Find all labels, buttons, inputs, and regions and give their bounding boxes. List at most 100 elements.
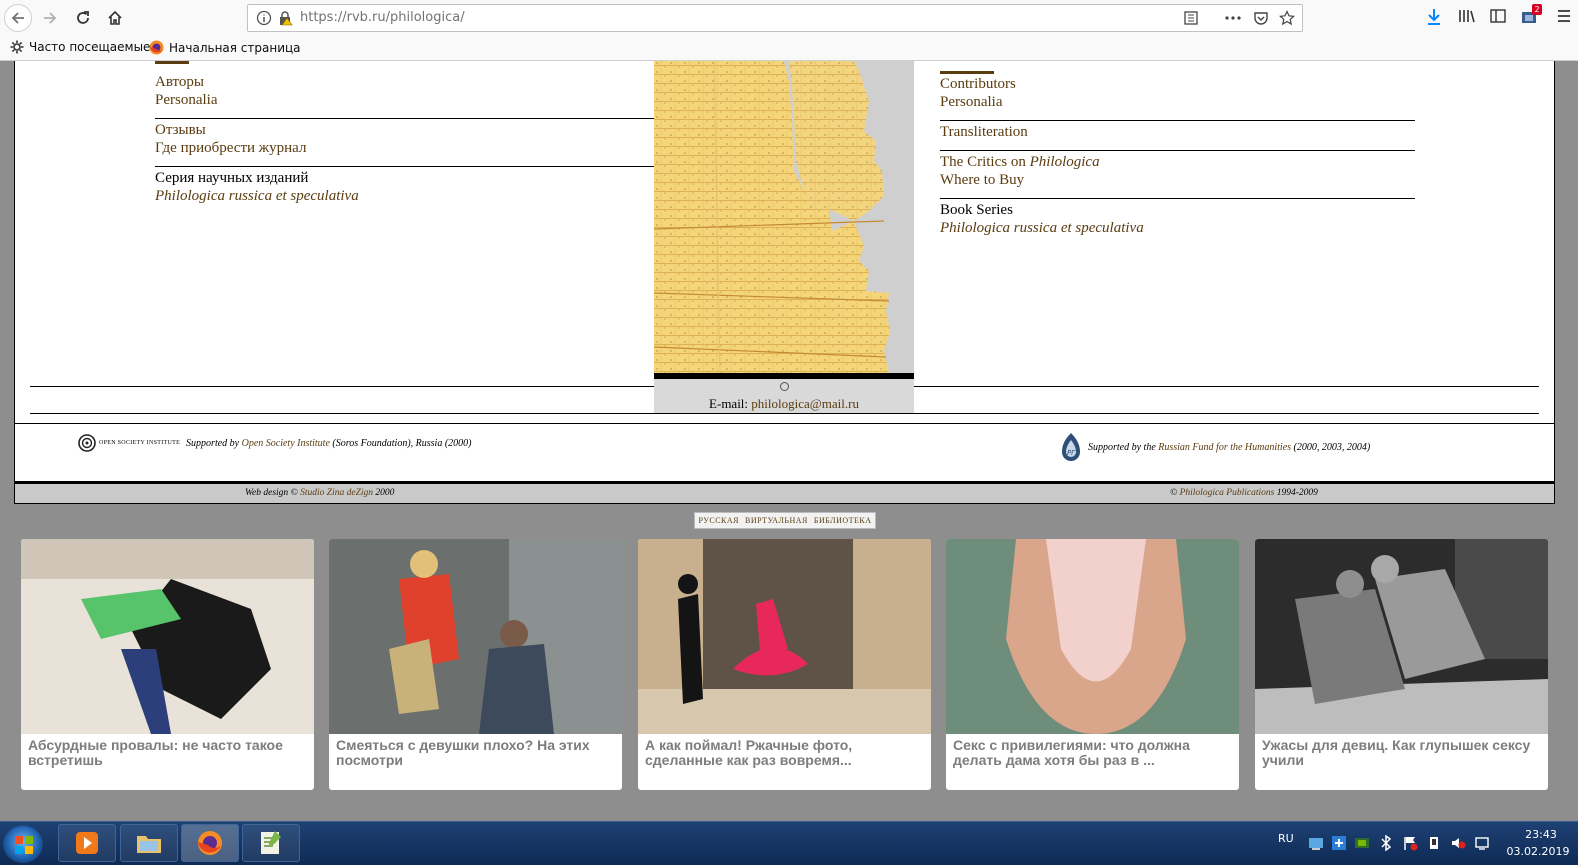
ad-card[interactable]: Смеяться с девушки плохо? На этих посмот…: [329, 539, 622, 790]
bookmark-label: Начальная страница: [169, 40, 301, 55]
action-center-flag-icon[interactable]: [1402, 835, 1418, 851]
footer-strip: Web design © Studio Zina deZign 2000 © P…: [15, 481, 1554, 504]
menu-link-critics[interactable]: The Critics on Philologica: [940, 153, 1415, 171]
series-link[interactable]: Philologica russica et speculativa: [155, 187, 655, 205]
url-text[interactable]: https://rvb.ru/philologica/: [300, 10, 465, 25]
firefox-icon: [198, 831, 222, 855]
manuscript-fragment-graphic: [654, 61, 890, 374]
bookmarks-toolbar: Часто посещаемые Начальная страница: [0, 38, 1578, 60]
email-label: E-mail:: [709, 396, 752, 411]
volume-muted-icon[interactable]: [1450, 835, 1466, 851]
osi-logo-text: OPEN SOCIETY INSTITUTE: [99, 440, 181, 446]
ad-photo-graphic: [638, 539, 931, 734]
more-actions-icon[interactable]: [1224, 10, 1242, 26]
home-icon: [108, 10, 122, 25]
clipped-menu-item: [940, 71, 994, 74]
menu-link-authors[interactable]: Авторы: [155, 73, 655, 91]
app-tray-icon[interactable]: [1331, 835, 1347, 851]
sidebar-icon[interactable]: [1490, 8, 1506, 24]
rfh-link[interactable]: Russian Fund for the Humanities: [1158, 442, 1291, 453]
extension-button[interactable]: 2: [1521, 4, 1542, 25]
back-button[interactable]: [4, 4, 32, 32]
language-indicator[interactable]: RU: [1278, 832, 1294, 845]
support-prefix: Supported by the: [1088, 441, 1159, 453]
info-icon[interactable]: [256, 10, 272, 26]
critics-prefix: The Critics on: [940, 154, 1030, 170]
divider: Book Series Philologica russica et specu…: [940, 198, 1415, 237]
media-player-icon: [76, 832, 98, 854]
taskbar-media-player[interactable]: [58, 824, 116, 862]
english-menu: Contributors Personalia Transliteration …: [940, 61, 1415, 237]
email-line: E-mail: philologica@mail.ru: [654, 396, 914, 412]
ad-card[interactable]: Ужасы для девиц. Как глупышек сексу учил…: [1255, 539, 1548, 790]
clipped-menu-item: [155, 61, 195, 64]
ad-caption: Абсурдные провалы: не часто такое встрет…: [28, 737, 283, 768]
ad-card[interactable]: А как поймал! Ржачные фото, сделанные ка…: [638, 539, 931, 790]
russian-menu: Авторы Personalia Отзывы Где приобрести …: [155, 61, 655, 205]
rfh-logo-icon: РГ: [1062, 433, 1080, 461]
insecure-lock-icon[interactable]: [277, 10, 293, 26]
series-title: Серия научных изданий: [155, 170, 309, 186]
rvb-word: РУССКАЯ: [698, 516, 740, 525]
ad-image: [638, 539, 931, 734]
osi-link[interactable]: Open Society Institute: [242, 438, 330, 449]
bookmark-start-page[interactable]: Начальная страница: [149, 40, 301, 55]
book-series-link[interactable]: Philologica russica et speculativa: [940, 219, 1415, 237]
device-tray-icon[interactable]: [1426, 835, 1442, 851]
ad-card[interactable]: Секс с привилегиями: что должна делать д…: [946, 539, 1239, 790]
reload-icon: [77, 11, 89, 24]
home-button[interactable]: [101, 4, 129, 32]
menu-link-where-to-buy[interactable]: Где приобрести журнал: [155, 139, 655, 157]
network-tray-icon[interactable]: [1308, 835, 1324, 851]
rvb-badge-link[interactable]: РУССКАЯ ВИРТУАЛЬНАЯ БИБЛИОТЕКА: [694, 512, 876, 529]
ad-caption: Смеяться с девушки плохо? На этих посмот…: [336, 737, 590, 768]
ad-card[interactable]: Абсурдные провалы: не часто такое встрет…: [21, 539, 314, 790]
display-tray-icon[interactable]: [1474, 835, 1490, 851]
gpu-tray-icon[interactable]: [1354, 835, 1370, 851]
taskbar-explorer[interactable]: [120, 824, 178, 862]
divider: The Critics on Philologica Where to Buy: [940, 150, 1415, 189]
menu-link-where-to-buy-en[interactable]: Where to Buy: [940, 171, 1415, 189]
address-bar[interactable]: https://rvb.ru/philologica/: [247, 4, 1303, 32]
menu-link-personalia[interactable]: Personalia: [155, 91, 655, 109]
ad-caption: А как поймал! Ржачные фото, сделанные ка…: [645, 737, 853, 768]
email-link[interactable]: philologica@mail.ru: [751, 396, 859, 411]
menu-link-transliteration[interactable]: Transliteration: [940, 123, 1415, 141]
taskbar-notepad-plus[interactable]: [242, 824, 300, 862]
bookmark-star-icon[interactable]: [1279, 10, 1295, 26]
download-icon[interactable]: [1426, 8, 1442, 26]
menu-link-reviews[interactable]: Отзывы: [155, 121, 655, 139]
publisher-link[interactable]: Philologica Publications: [1180, 488, 1275, 498]
divider: Серия научных изданий Philologica russic…: [155, 166, 655, 205]
manuscript-image: [654, 61, 914, 374]
reader-view-icon[interactable]: [1183, 10, 1199, 26]
hamburger-menu-icon[interactable]: [1556, 8, 1572, 24]
menu-link-contributors[interactable]: Contributors: [940, 75, 1415, 93]
taskbar-firefox[interactable]: [181, 824, 239, 862]
clock-date[interactable]: 03.02.2019: [1505, 845, 1571, 858]
copyright: © Philologica Publications 1994-2009: [1170, 488, 1318, 498]
support-osi-text: Supported by Open Society Institute (Sor…: [186, 438, 471, 449]
clock-time[interactable]: 23:43: [1512, 828, 1570, 841]
bookmark-most-visited[interactable]: Часто посещаемые: [10, 40, 150, 54]
url-path: /philologica/: [385, 10, 465, 25]
pocket-icon[interactable]: [1253, 10, 1269, 26]
gear-icon: [10, 40, 24, 54]
book-series-title: Book Series: [940, 202, 1013, 218]
forward-button[interactable]: [36, 4, 64, 32]
rvb-word: БИБЛИОТЕКА: [813, 516, 872, 525]
bookmark-label: Часто посещаемые: [29, 40, 151, 54]
browser-chrome: https://rvb.ru/philologica/ 2 Часто посе…: [0, 0, 1578, 61]
ad-photo-graphic: [1255, 539, 1548, 734]
divider: Transliteration: [940, 120, 1415, 141]
library-icon[interactable]: [1458, 8, 1476, 24]
studio-link[interactable]: Studio Zina deZign: [300, 488, 373, 498]
rule-full: [30, 413, 1539, 414]
bluetooth-icon[interactable]: [1378, 835, 1394, 851]
menu-link-personalia-en[interactable]: Personalia: [940, 93, 1415, 111]
ad-image: [946, 539, 1239, 734]
reload-button[interactable]: [69, 4, 97, 32]
web-design-credit: Web design © Studio Zina deZign 2000: [245, 488, 394, 498]
ad-photo-graphic: [329, 539, 622, 734]
start-button[interactable]: [3, 825, 43, 863]
